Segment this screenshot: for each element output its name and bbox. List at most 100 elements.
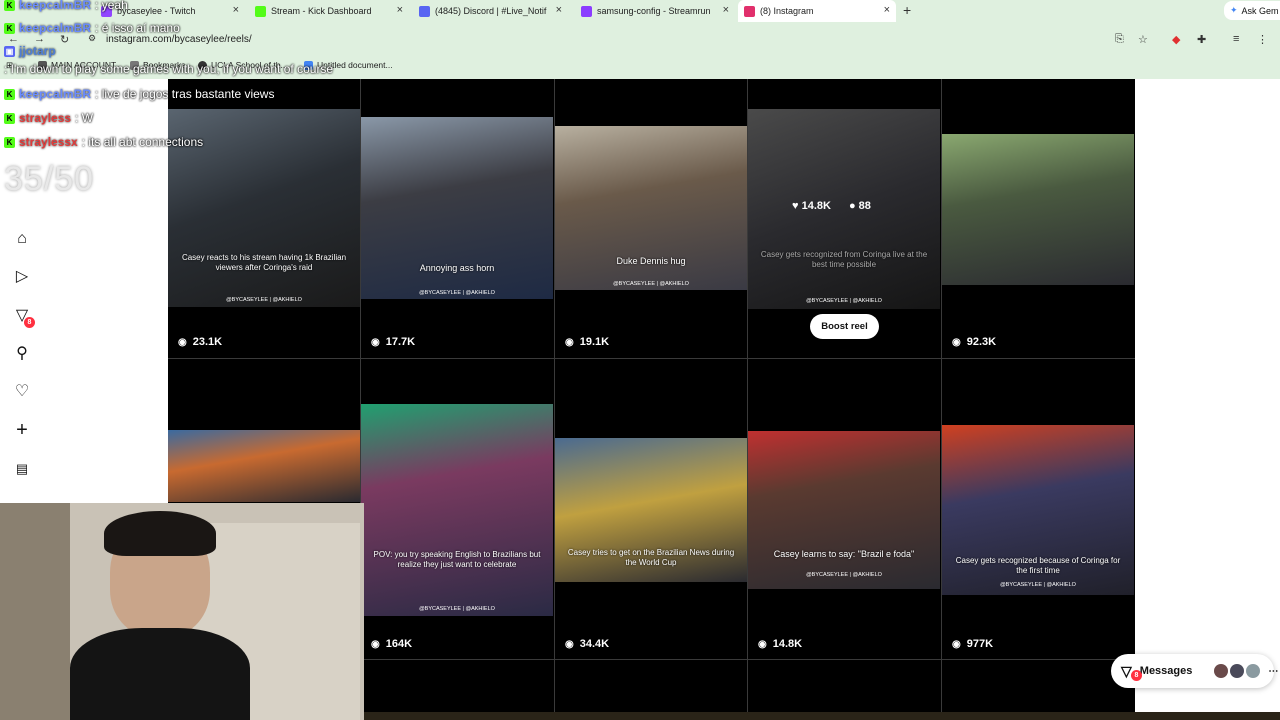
likes-stat: ♥ 14.8K (792, 200, 831, 212)
chat-text: : é isso aí mano (95, 21, 180, 35)
tab-kick[interactable]: Stream - Kick Dashboard × (249, 0, 409, 22)
gemini-icon: ✦ (1230, 5, 1238, 15)
reel-views: ◉ 34.4K (565, 638, 609, 650)
chat-message: K strayless : W (4, 111, 93, 125)
reel-tile-10[interactable]: Casey gets recognized because of Coringa… (942, 360, 1134, 658)
avatar (1246, 664, 1261, 678)
reel-caption: Casey tries to get on the Brazilian News… (567, 548, 735, 567)
reel-caption: Duke Dennis hug (616, 256, 686, 266)
search-icon[interactable]: ⚲ (13, 345, 31, 363)
views-count: 34.4K (579, 638, 610, 650)
ask-gemini-label: Ask Gem (1241, 5, 1279, 16)
chat-message: K keepcalmBR : é isso aí mano (4, 21, 180, 35)
chat-username: keepcalmBR (19, 0, 92, 12)
reel-caption: Casey reacts to his stream having 1k Bra… (181, 253, 347, 272)
messages-label: Messages (1139, 665, 1193, 677)
ask-gemini-button[interactable]: ✦ Ask Gem (1224, 1, 1280, 20)
reel-views: ◉ 164K (371, 638, 412, 650)
tab-label: samsung-config - Streamrun (597, 6, 711, 16)
reel-tile-9[interactable]: Casey learns to say: "Brazil e foda" @BY… (748, 360, 940, 658)
reel-handle: @BYCASEYLEE | @AKHIELO (613, 281, 689, 287)
eye-icon: ◉ (178, 336, 187, 348)
reel-caption: Annoying ass horn (419, 263, 495, 273)
messages-badge: 8 (1131, 670, 1142, 681)
extension-icon[interactable]: ◆ (1172, 33, 1180, 46)
kick-badge-icon: K (4, 22, 15, 34)
eye-icon: ◉ (952, 336, 961, 348)
close-icon[interactable]: × (884, 4, 890, 16)
reel-handle: @BYCASEYLEE | @AKHIELO (806, 298, 882, 304)
screen: bycaseylee - Twitch × Stream - Kick Dash… (0, 0, 1280, 720)
reel-thumbnail (748, 431, 940, 589)
views-count: 92.3K (966, 336, 997, 348)
menu-icon[interactable]: ⋮ (1257, 33, 1268, 46)
kick-badge-icon: K (4, 0, 15, 11)
boost-reel-button[interactable]: Boost reel (810, 314, 879, 339)
screen-share-icon[interactable]: ⎘ (1115, 33, 1124, 46)
chat-username: strayless (19, 111, 72, 125)
chat-message: ▣ jjotarp : I'm down to play some games … (4, 44, 364, 76)
views-count: 977K (966, 638, 994, 650)
reel-tile-8[interactable]: Casey tries to get on the Brazilian News… (555, 360, 747, 658)
new-tab-button[interactable]: + (903, 2, 911, 18)
grid-divider (168, 358, 1135, 359)
kick-icon (255, 5, 266, 17)
media-control-icon[interactable]: ≡ (1233, 33, 1239, 45)
grid-divider (554, 79, 555, 712)
views-count: 164K (385, 638, 413, 650)
reel-views: ◉ 92.3K (952, 336, 996, 348)
heart-icon[interactable]: ♡ (13, 383, 31, 401)
webcam-person-hair (104, 511, 216, 556)
reel-tile-7[interactable]: POV: you try speaking English to Brazili… (361, 360, 553, 658)
avatar (1214, 664, 1229, 678)
insights-icon[interactable]: ▤ (13, 460, 31, 478)
streamrun-icon (581, 5, 592, 17)
tab-label: (4845) Discord | #Live_Notif (435, 6, 547, 16)
views-count: 14.8K (772, 638, 803, 650)
home-icon[interactable]: ⌂ (13, 230, 31, 248)
create-icon[interactable]: + (13, 420, 31, 440)
close-icon[interactable]: × (556, 4, 562, 16)
reels-icon[interactable]: ▷ (13, 268, 31, 286)
reel-views: ◉ 23.1K (178, 336, 222, 348)
views-count: 17.7K (385, 336, 416, 348)
reel-caption: Casey gets recognized because of Coringa… (955, 556, 1121, 575)
eye-icon: ◉ (371, 638, 380, 650)
tab-streamrun[interactable]: samsung-config - Streamrun × (575, 0, 735, 22)
reel-views: ◉ 977K (952, 638, 993, 650)
comments-count: 88 (858, 200, 871, 212)
close-icon[interactable]: × (723, 4, 729, 16)
chat-username: keepcalmBR (19, 21, 92, 35)
reel-views: ◉ 17.7K (371, 336, 415, 348)
discord-icon (419, 5, 430, 17)
extensions-puzzle-icon[interactable]: ✚ (1197, 33, 1206, 46)
webcam-person-body (70, 628, 250, 720)
close-icon[interactable]: × (233, 4, 239, 16)
chat-message: K straylessx : its all abt connections (4, 135, 203, 149)
reel-tile-3[interactable]: Duke Dennis hug @BYCASEYLEE | @AKHIELO ◉… (555, 79, 747, 377)
more-icon: ⋯ (1268, 665, 1279, 677)
webcam-shelf (0, 503, 70, 720)
close-icon[interactable]: × (397, 4, 403, 16)
reel-handle: @BYCASEYLEE | @AKHIELO (419, 606, 495, 612)
reel-tile-2[interactable]: Annoying ass horn @BYCASEYLEE | @AKHIELO… (361, 79, 553, 377)
tab-instagram[interactable]: (8) Instagram × (738, 0, 896, 22)
reel-caption: POV: you try speaking English to Brazili… (373, 550, 541, 569)
tab-label: bycaseylee - Twitch (117, 6, 196, 16)
chat-username: straylessx (19, 135, 78, 149)
reel-tile-1[interactable]: Casey reacts to his stream having 1k Bra… (168, 79, 360, 377)
eye-icon: ◉ (565, 336, 574, 348)
eye-icon: ◉ (565, 638, 574, 650)
grid-divider (747, 79, 748, 712)
messenger-icon: ▽ (1121, 662, 1132, 679)
goal-counter: 35/50 (4, 160, 95, 198)
eye-icon: ◉ (371, 336, 380, 348)
reel-tile-5[interactable]: ◉ 92.3K (942, 79, 1134, 377)
chat-text: : I'm down to play some games with you, … (4, 62, 334, 76)
reel-handle: @BYCASEYLEE | @AKHIELO (1000, 582, 1076, 588)
bookmark-star-icon[interactable]: ☆ (1138, 33, 1148, 46)
notification-badge: 8 (24, 317, 35, 328)
tab-discord[interactable]: (4845) Discord | #Live_Notif × (413, 0, 568, 22)
reel-thumbnail (361, 404, 553, 616)
grid-divider (941, 79, 942, 712)
